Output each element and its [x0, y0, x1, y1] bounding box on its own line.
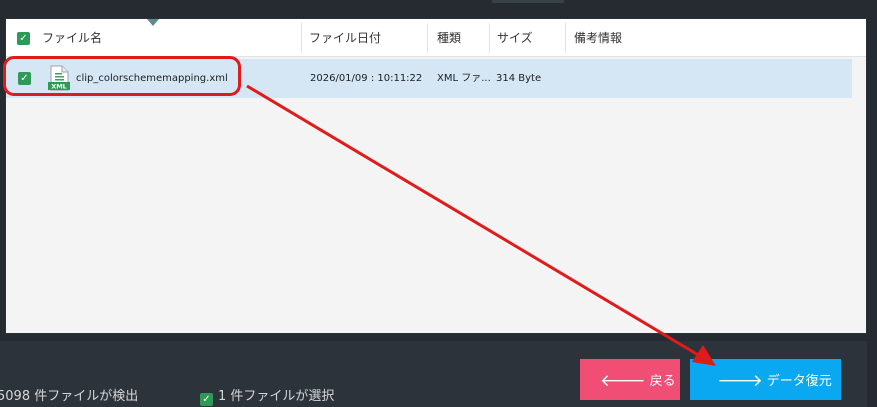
- selected-count-text: 1 件ファイルが選択: [218, 389, 335, 404]
- back-button-label: 戻る: [649, 373, 676, 388]
- column-separator[interactable]: [427, 23, 428, 53]
- column-header-type[interactable]: 種類: [437, 19, 461, 57]
- sort-indicator-icon: [147, 19, 159, 26]
- back-button[interactable]: 🡐 戻る: [580, 359, 680, 400]
- column-separator[interactable]: [565, 23, 566, 53]
- file-date: 2026/01/09 : 10:11:22: [310, 73, 423, 84]
- column-separator[interactable]: [301, 23, 302, 53]
- recover-button-label: データ復元: [766, 373, 832, 388]
- recover-button[interactable]: 🡒 データ復元: [690, 359, 841, 400]
- selected-count: ✓ 1 件ファイルが選択: [200, 385, 334, 406]
- file-name: clip_colorschememapping.xml: [76, 73, 228, 84]
- column-header-name[interactable]: ファイル名: [42, 19, 102, 57]
- tab-indicator: [492, 0, 564, 3]
- top-bar: [0, 0, 877, 18]
- arrow-right-icon: 🡒: [717, 371, 763, 390]
- select-all-checkbox[interactable]: ✓: [17, 32, 30, 45]
- table-row[interactable]: ✓ XML clip_colorschememapping.xml 2026/0…: [6, 59, 852, 98]
- xml-icon-label: XML: [51, 83, 67, 91]
- column-header-note[interactable]: 備考情報: [574, 19, 622, 57]
- arrow-left-icon: 🡐: [600, 371, 646, 390]
- column-header-size[interactable]: サイズ: [497, 19, 533, 57]
- file-type: XML ファ...: [437, 73, 491, 84]
- selected-checkbox-icon: ✓: [200, 393, 213, 406]
- file-size: 314 Byte: [496, 73, 542, 84]
- found-count-text: 5098 件ファイルが検出: [0, 389, 139, 404]
- column-header-date[interactable]: ファイル日付: [309, 19, 381, 57]
- file-list-panel: ✓ ファイル名 ファイル日付 種類 サイズ 備考情報 ✓ XML clip_co…: [5, 18, 867, 334]
- window-edge: [867, 0, 877, 407]
- xml-file-icon: XML: [48, 65, 70, 91]
- row-checkbox[interactable]: ✓: [18, 72, 31, 85]
- column-separator[interactable]: [489, 23, 490, 53]
- table-header: ✓ ファイル名 ファイル日付 種類 サイズ 備考情報: [6, 19, 866, 57]
